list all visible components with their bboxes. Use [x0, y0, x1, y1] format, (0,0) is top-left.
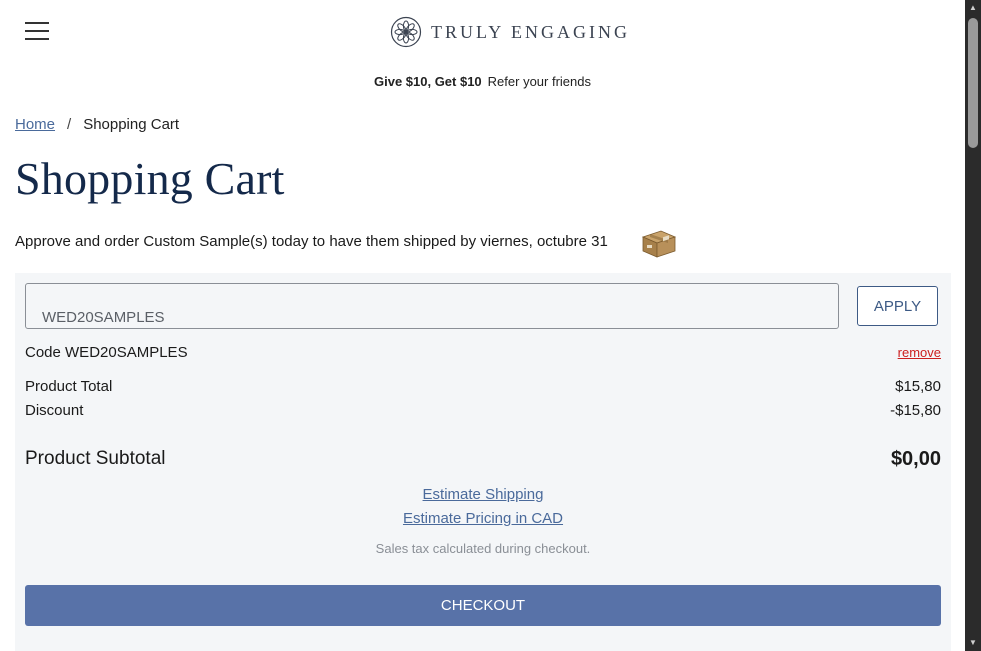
subtotal-value: $0,00: [890, 448, 941, 470]
referral-promo[interactable]: Give $10, Get $10 Refer your friends: [0, 74, 965, 89]
product-total-value: $15,80: [895, 378, 941, 395]
estimate-shipping-link[interactable]: Estimate Shipping: [423, 486, 544, 503]
logo-flower-icon: [390, 16, 422, 48]
subtotal-row: Product Subtotal $0,00: [25, 448, 941, 470]
refer-friends-link[interactable]: Refer your friends: [488, 74, 591, 89]
estimate-pricing-row: Estimate Pricing in CAD: [15, 510, 951, 527]
cart-summary-panel: APPLY Code WED20SAMPLES remove Product T…: [15, 273, 951, 651]
breadcrumb: Home / Shopping Cart: [15, 116, 179, 133]
checkout-button[interactable]: CHECKOUT: [25, 585, 941, 626]
product-total-label: Product Total: [25, 378, 113, 395]
applied-code-row: Code WED20SAMPLES remove: [25, 344, 941, 361]
scrollbar[interactable]: ▲ ▼: [965, 0, 981, 651]
product-total-row: Product Total $15,80: [25, 378, 941, 395]
scroll-up-arrow-icon[interactable]: ▲: [968, 3, 978, 13]
discount-label: Discount: [25, 402, 84, 419]
breadcrumb-separator: /: [67, 116, 72, 133]
scrollbar-thumb[interactable]: [968, 18, 978, 148]
logo[interactable]: TRULY ENGAGING: [390, 15, 630, 49]
ship-date-note: Approve and order Custom Sample(s) today…: [15, 233, 608, 250]
discount-value: -$15,80: [890, 402, 941, 419]
subtotal-label: Product Subtotal: [25, 448, 166, 469]
shipping-box-icon: [641, 230, 677, 258]
discount-row: Discount -$15,80: [25, 402, 941, 419]
applied-code-label: Code WED20SAMPLES: [25, 344, 188, 361]
estimate-pricing-link[interactable]: Estimate Pricing in CAD: [403, 510, 563, 527]
promo-bold-text: Give $10, Get $10: [373, 74, 482, 89]
tax-note: Sales tax calculated during checkout.: [375, 541, 591, 556]
apply-code-button[interactable]: APPLY: [857, 286, 938, 326]
hamburger-menu-icon[interactable]: [25, 22, 49, 40]
page-title: Shopping Cart: [15, 153, 285, 204]
breadcrumb-current: Shopping Cart: [83, 116, 180, 133]
remove-code-link[interactable]: remove: [898, 345, 941, 360]
breadcrumb-home-link[interactable]: Home: [15, 116, 55, 133]
page: TRULY ENGAGING Give $10, Get $10 Refer yo…: [0, 0, 965, 651]
estimate-shipping-row: Estimate Shipping: [15, 486, 951, 503]
brand-name: TRULY ENGAGING: [431, 21, 631, 42]
scroll-down-arrow-icon[interactable]: ▼: [968, 638, 978, 648]
promo-code-input[interactable]: [25, 283, 839, 329]
